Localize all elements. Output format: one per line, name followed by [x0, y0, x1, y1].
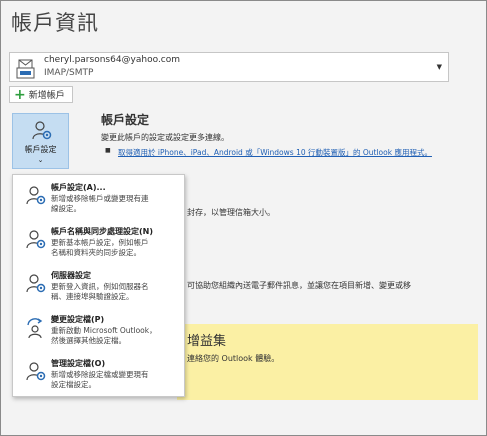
- account-settings-tile[interactable]: 帳戶設定 ⌄: [12, 113, 69, 169]
- addins-title: 增益集: [187, 334, 227, 349]
- account-settings-icon: [32, 121, 52, 140]
- menu-item-title: 伺服器設定: [51, 271, 91, 280]
- tile-chevron-down-icon: ⌄: [37, 156, 44, 164]
- account-selector[interactable]: cheryl.parsons64@yahoo.com IMAP/SMTP ▼: [9, 52, 449, 82]
- account-settings-title: 帳戶設定: [101, 113, 150, 127]
- menu-item-description: 新增或移除帳戶或變更現有連 線設定。: [51, 194, 149, 213]
- backstage-window: 帳戶資訊 cheryl.parsons64@yahoo.com IMAP/SMT…: [0, 0, 487, 436]
- mailbox-cleanup-text: 封存，以管理信箱大小。: [187, 208, 275, 217]
- switch-profile-icon: [27, 318, 43, 339]
- rules-alerts-text: 可協助您組織內送電子郵件訊息，並讓您在項目新增、變更或移: [187, 281, 411, 290]
- server-icon: [26, 274, 46, 293]
- menu-item-title: 變更設定檔(P): [51, 315, 105, 324]
- menu-item-manage-profiles[interactable]: 管理設定檔(O) 新增或移除設定檔或變更現有 設定檔設定。: [13, 353, 184, 397]
- account-settings-menu: 帳戶設定(A)... 新增或移除帳戶或變更現有連 線設定。 帳戶名稱與同步處理設…: [12, 174, 185, 397]
- menu-item-change-profile[interactable]: 變更設定檔(P) 重新啟動 Microsoft Outlook， 然後選擇其他設…: [13, 309, 184, 353]
- sync-icon: [26, 230, 46, 249]
- manage-profile-icon: [26, 362, 46, 381]
- menu-item-description: 新增或移除設定檔或變更現有 設定檔設定。: [51, 370, 149, 389]
- account-type: IMAP/SMTP: [44, 68, 94, 78]
- bullet-icon: ■: [105, 147, 111, 154]
- account-gear-icon: [26, 186, 46, 205]
- menu-item-account-settings[interactable]: 帳戶設定(A)... 新增或移除帳戶或變更現有連 線設定。: [13, 177, 184, 221]
- menu-item-description: 更新登入資訊，例如伺服器名 稱、連接埠與驗證設定。: [51, 282, 149, 301]
- menu-item-title: 帳戶名稱與同步處理設定(N): [51, 227, 154, 236]
- menu-item-title: 帳戶設定(A)...: [51, 183, 106, 192]
- menu-item-server-settings[interactable]: 伺服器設定 更新登入資訊，例如伺服器名 稱、連接埠與驗證設定。: [13, 265, 184, 309]
- plus-icon: +: [14, 86, 26, 103]
- addins-section: 增益集 連絡您的 Outlook 體驗。: [177, 324, 478, 400]
- account-settings-tile-label: 帳戶設定: [24, 145, 57, 154]
- add-account-label: 新增帳戶: [28, 91, 65, 101]
- account-settings-description: 變更此帳戶的設定或設定更多連線。: [101, 133, 229, 142]
- menu-item-description: 更新基本帳戶設定，例如帳戶 名稱和資料夾的同步設定。: [51, 238, 149, 257]
- menu-item-description: 重新啟動 Microsoft Outlook， 然後選擇其他設定檔。: [51, 326, 157, 345]
- page-title: 帳戶資訊: [11, 11, 99, 35]
- menu-item-title: 管理設定檔(O): [51, 359, 106, 368]
- chevron-down-icon[interactable]: ▼: [437, 63, 442, 71]
- account-icon: [16, 59, 35, 79]
- account-email: cheryl.parsons64@yahoo.com: [44, 55, 181, 65]
- menu-item-name-sync-settings[interactable]: 帳戶名稱與同步處理設定(N) 更新基本帳戶設定，例如帳戶 名稱和資料夾的同步設定…: [13, 221, 184, 265]
- addins-description: 連絡您的 Outlook 體驗。: [187, 354, 280, 363]
- mobile-app-link[interactable]: 取得適用於 iPhone、iPad、Android 或「Windows 10 行…: [118, 147, 432, 158]
- add-account-button[interactable]: + 新增帳戶: [9, 86, 73, 103]
